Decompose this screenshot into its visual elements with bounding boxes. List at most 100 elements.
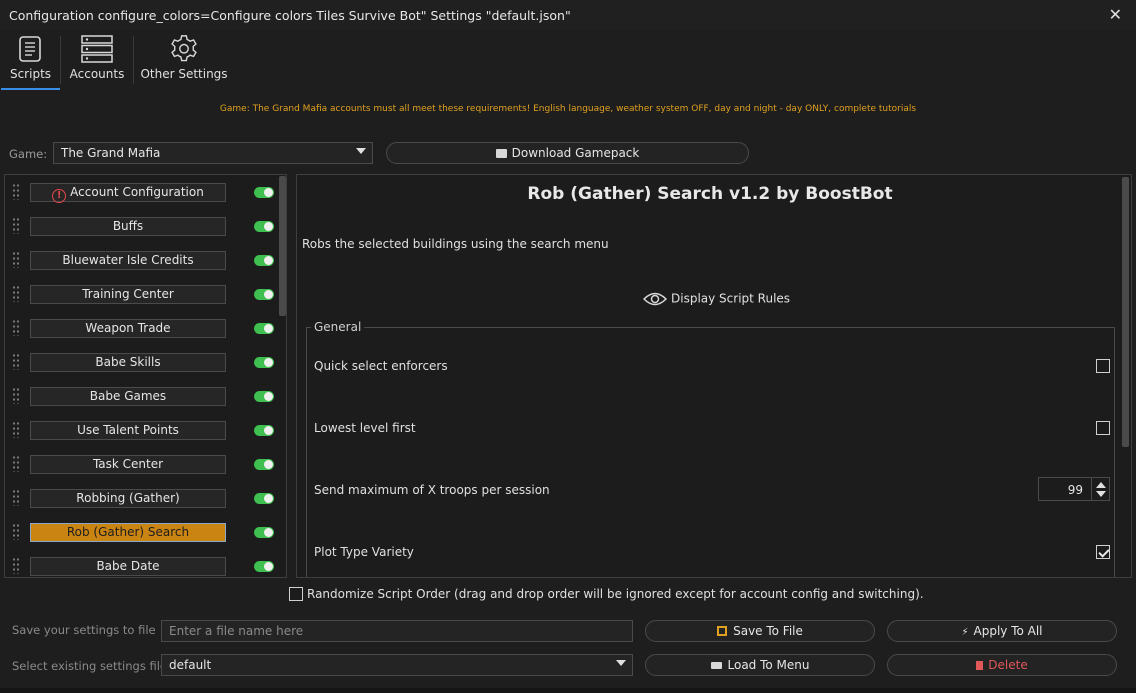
script-row: Robbing (Gather) [5,482,277,516]
save-settings-label: Save your settings to file [12,623,156,637]
display-script-rules-button[interactable]: Display Script Rules [642,291,790,315]
script-button-babe-games[interactable]: Babe Games [30,387,226,406]
tab-scripts[interactable]: Scripts [1,30,60,90]
script-label: Rob (Gather) Search [66,525,190,539]
script-title: Rob (Gather) Search v1.2 by BoostBot [527,184,893,204]
game-select-value: The Grand Mafia [61,146,161,160]
load-to-menu-button[interactable]: Load To Menu [645,654,875,676]
save-to-file-button[interactable]: Save To File [645,620,875,642]
script-button-babe-date[interactable]: Babe Date [30,557,226,576]
title-bar: Configuration configure_colors=Configure… [0,0,1136,30]
select-settings-label: Select existing settings file [12,659,167,673]
download-gamepack-button[interactable]: Download Gamepack [386,142,749,164]
chevron-down-icon [356,148,366,154]
stepper-arrows [1091,478,1109,500]
drag-handle-icon[interactable] [12,251,20,268]
tab-divider [60,36,61,84]
close-icon[interactable]: ✕ [1109,5,1122,24]
chevron-down-icon[interactable] [1096,491,1106,497]
game-select[interactable]: The Grand Mafia [53,142,373,164]
script-row: Task Center [5,448,277,482]
script-row: Use Talent Points [5,414,277,448]
script-label: Bluewater Isle Credits [62,253,194,267]
max-troops-stepper[interactable]: 99 [1038,477,1110,501]
drag-handle-icon[interactable] [12,285,20,302]
file-name-placeholder: Enter a file name here [169,624,304,638]
script-button-buffs[interactable]: Buffs [30,217,226,236]
script-toggle[interactable] [254,425,274,436]
lowest-level-first-checkbox[interactable] [1096,421,1110,435]
script-button-use-talent-points[interactable]: Use Talent Points [30,421,226,440]
gear-icon [171,35,197,62]
script-list-scrollbar[interactable] [279,176,286,316]
script-toggle[interactable] [254,391,274,402]
load-to-menu-label: Load To Menu [727,658,810,672]
script-description: Robs the selected buildings using the se… [302,237,609,251]
script-row: Training Center [5,278,277,312]
trash-icon [976,661,984,670]
apply-to-all-label: Apply To All [973,624,1043,638]
script-toggle[interactable] [254,323,274,334]
scroll-icon [18,36,41,62]
quick-select-enforcers-checkbox[interactable] [1096,359,1110,373]
drag-handle-icon[interactable] [12,455,20,472]
script-toggle[interactable] [254,221,274,232]
settings-file-select[interactable]: default [161,654,633,676]
randomize-option[interactable]: Randomize Script Order (drag and drop or… [289,587,924,601]
script-toggle[interactable] [254,527,274,538]
game-label: Game: [9,147,48,161]
script-toggle[interactable] [254,187,274,198]
script-label: Babe Date [96,559,160,573]
script-toggle[interactable] [254,289,274,300]
tab-bar: Scripts Accounts Other Settings [0,30,1136,90]
script-label: Babe Skills [95,355,161,369]
plot-type-variety-checkbox[interactable] [1096,545,1110,559]
script-toggle[interactable] [254,459,274,470]
drag-handle-icon[interactable] [12,319,20,336]
script-button-robbing-gather[interactable]: Robbing (Gather) [30,489,226,508]
script-label: Buffs [112,219,144,233]
group-label: General [311,320,365,334]
eye-icon [642,292,668,306]
drag-handle-icon[interactable] [12,353,20,370]
drag-handle-icon[interactable] [12,557,20,574]
drag-handle-icon[interactable] [12,421,20,438]
drag-handle-icon[interactable] [12,489,20,506]
drag-handle-icon[interactable] [12,387,20,404]
tab-other-settings[interactable]: Other Settings [140,30,228,90]
tab-accounts[interactable]: Accounts [64,30,130,90]
drag-handle-icon[interactable] [12,183,20,200]
tab-label: Other Settings [140,67,228,81]
randomize-checkbox[interactable] [289,587,303,601]
script-toggle[interactable] [254,357,274,368]
plot-type-variety-label: Plot Type Variety [314,545,414,559]
script-detail-panel: Rob (Gather) Search v1.2 by BoostBot Rob… [296,174,1132,578]
script-toggle[interactable] [254,493,274,504]
lowest-level-first-label: Lowest level first [314,421,416,435]
script-row: Babe Skills [5,346,277,380]
script-row: Babe Games [5,380,277,414]
chevron-up-icon[interactable] [1096,482,1106,488]
file-name-input[interactable]: Enter a file name here [161,620,633,642]
script-button-babe-skills[interactable]: Babe Skills [30,353,226,372]
script-button-training-center[interactable]: Training Center [30,285,226,304]
script-button-account-configuration[interactable]: ! Account Configuration [30,183,226,203]
delete-button[interactable]: Delete [887,654,1117,676]
script-button-rob-gather-search[interactable]: Rob (Gather) Search [30,523,226,542]
script-label: Robbing (Gather) [76,491,180,505]
apply-to-all-button[interactable]: ⚡ Apply To All [887,620,1117,642]
script-button-weapon-trade[interactable]: Weapon Trade [30,319,226,338]
drag-handle-icon[interactable] [12,217,20,234]
script-toggle[interactable] [254,561,274,572]
detail-scrollbar[interactable] [1122,177,1129,447]
window-bottom-edge [0,688,1136,693]
drag-handle-icon[interactable] [12,523,20,540]
game-requirements-notice: Game: The Grand Mafia accounts must all … [219,104,917,114]
max-troops-value: 99 [1067,483,1083,497]
script-row: Rob (Gather) Search [5,516,277,550]
script-button-bluewater-isle-credits[interactable]: Bluewater Isle Credits [30,251,226,270]
script-toggle[interactable] [254,255,274,266]
script-button-task-center[interactable]: Task Center [30,455,226,474]
max-troops-label: Send maximum of X troops per session [314,483,550,497]
script-label: Babe Games [89,389,167,403]
